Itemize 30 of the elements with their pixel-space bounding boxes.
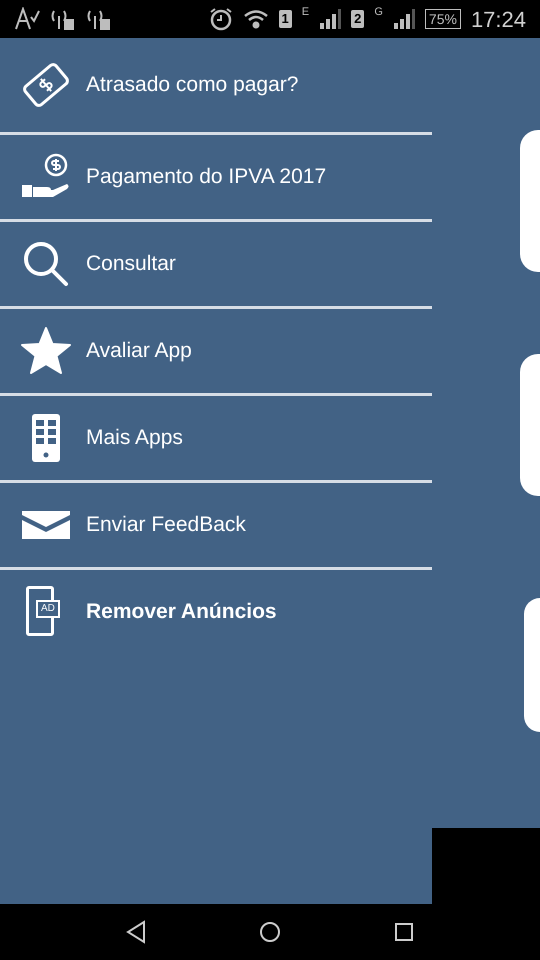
- menu-label: Avaliar App: [86, 338, 192, 364]
- menu-label: Remover Anúncios: [86, 599, 277, 626]
- sim-label: 2: [351, 10, 364, 28]
- clock: 17:24: [470, 6, 526, 34]
- signal-icon: [319, 9, 342, 29]
- home-icon[interactable]: [258, 920, 282, 944]
- menu-label: Mais Apps: [86, 425, 183, 452]
- menu-item[interactable]: Mais Apps: [0, 396, 432, 480]
- menu-item[interactable]: Enviar FeedBack: [0, 483, 432, 567]
- spellcheck-icon: [14, 7, 40, 31]
- wifi-icon: [242, 7, 269, 31]
- sim-label: 1: [278, 10, 292, 28]
- back-icon[interactable]: [125, 920, 148, 944]
- menu-label: Atrasado como pagar?: [86, 72, 298, 98]
- menu-item[interactable]: Pagamento do IPVA 2017: [0, 135, 432, 219]
- alarm-icon: [208, 7, 233, 31]
- menu-label: Enviar FeedBack: [86, 512, 246, 538]
- menu-label: Pagamento do IPVA 2017: [86, 164, 326, 190]
- menu-item[interactable]: Avaliar App: [0, 309, 432, 393]
- menu-item[interactable]: Atrasado como pagar?: [0, 38, 432, 132]
- ad-label: AD: [36, 600, 60, 618]
- menu-item[interactable]: Consultar: [0, 222, 432, 306]
- star-icon: [20, 325, 72, 377]
- signal-icon: [392, 9, 415, 29]
- menu-item[interactable]: AD Remover Anúncios: [0, 570, 432, 654]
- recents-icon[interactable]: [392, 921, 415, 943]
- network-type: E: [302, 5, 310, 20]
- menu-label: Consultar: [86, 251, 176, 278]
- battery-indicator: 75%: [424, 9, 461, 29]
- network-type: G: [374, 5, 383, 20]
